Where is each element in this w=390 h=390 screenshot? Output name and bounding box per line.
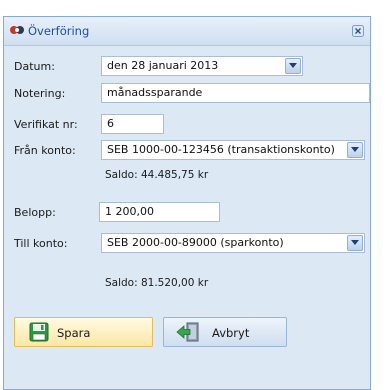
till-saldo: Saldo: 81.520,00 kr bbox=[105, 277, 209, 289]
save-button[interactable]: Spara bbox=[14, 317, 153, 347]
datum-dropdown-button[interactable] bbox=[285, 58, 301, 74]
verifikat-input[interactable]: 6 bbox=[101, 114, 164, 134]
verifikat-label: Verifikat nr: bbox=[14, 118, 78, 131]
datum-combobox[interactable]: den 28 januari 2013 bbox=[101, 56, 303, 76]
notering-input[interactable]: månadssparande bbox=[101, 83, 370, 103]
datum-value: den 28 januari 2013 bbox=[107, 59, 219, 72]
exit-arrow-icon bbox=[176, 322, 200, 342]
fran-konto-dropdown-button[interactable] bbox=[347, 142, 363, 158]
chevron-down-icon bbox=[351, 240, 359, 245]
till-konto-value: SEB 2000-00-89000 (sparkonto) bbox=[107, 236, 284, 249]
notering-label: Notering: bbox=[14, 87, 66, 100]
fran-konto-value: SEB 1000-00-123456 (transaktionskonto) bbox=[107, 143, 335, 156]
belopp-input[interactable]: 1 200,00 bbox=[99, 202, 220, 222]
till-konto-dropdown-button[interactable] bbox=[347, 235, 363, 251]
title-bar: Överföring bbox=[4, 17, 370, 46]
cancel-button-label: Avbryt bbox=[212, 326, 250, 340]
fran-konto-label: Från konto: bbox=[14, 144, 76, 157]
till-konto-label: Till konto: bbox=[14, 237, 68, 250]
notering-value: månadssparande bbox=[107, 86, 203, 99]
verifikat-value: 6 bbox=[107, 117, 114, 130]
app-logo-icon bbox=[10, 24, 24, 36]
fran-konto-combobox[interactable]: SEB 1000-00-123456 (transaktionskonto) bbox=[101, 140, 365, 160]
fran-saldo: Saldo: 44.485,75 kr bbox=[105, 169, 209, 181]
save-button-label: Spara bbox=[57, 326, 91, 340]
belopp-label: Belopp: bbox=[14, 206, 56, 219]
chevron-down-icon bbox=[289, 63, 297, 68]
till-konto-combobox[interactable]: SEB 2000-00-89000 (sparkonto) bbox=[101, 233, 365, 253]
close-icon[interactable] bbox=[352, 25, 364, 37]
transfer-dialog: Överföring Datum: den 28 januari 2013 No… bbox=[3, 16, 371, 390]
chevron-down-icon bbox=[351, 147, 359, 152]
belopp-value: 1 200,00 bbox=[105, 205, 154, 218]
datum-label: Datum: bbox=[14, 60, 55, 73]
floppy-disk-icon bbox=[29, 322, 49, 342]
window-title: Överföring bbox=[28, 24, 90, 38]
cancel-button[interactable]: Avbryt bbox=[163, 317, 287, 347]
